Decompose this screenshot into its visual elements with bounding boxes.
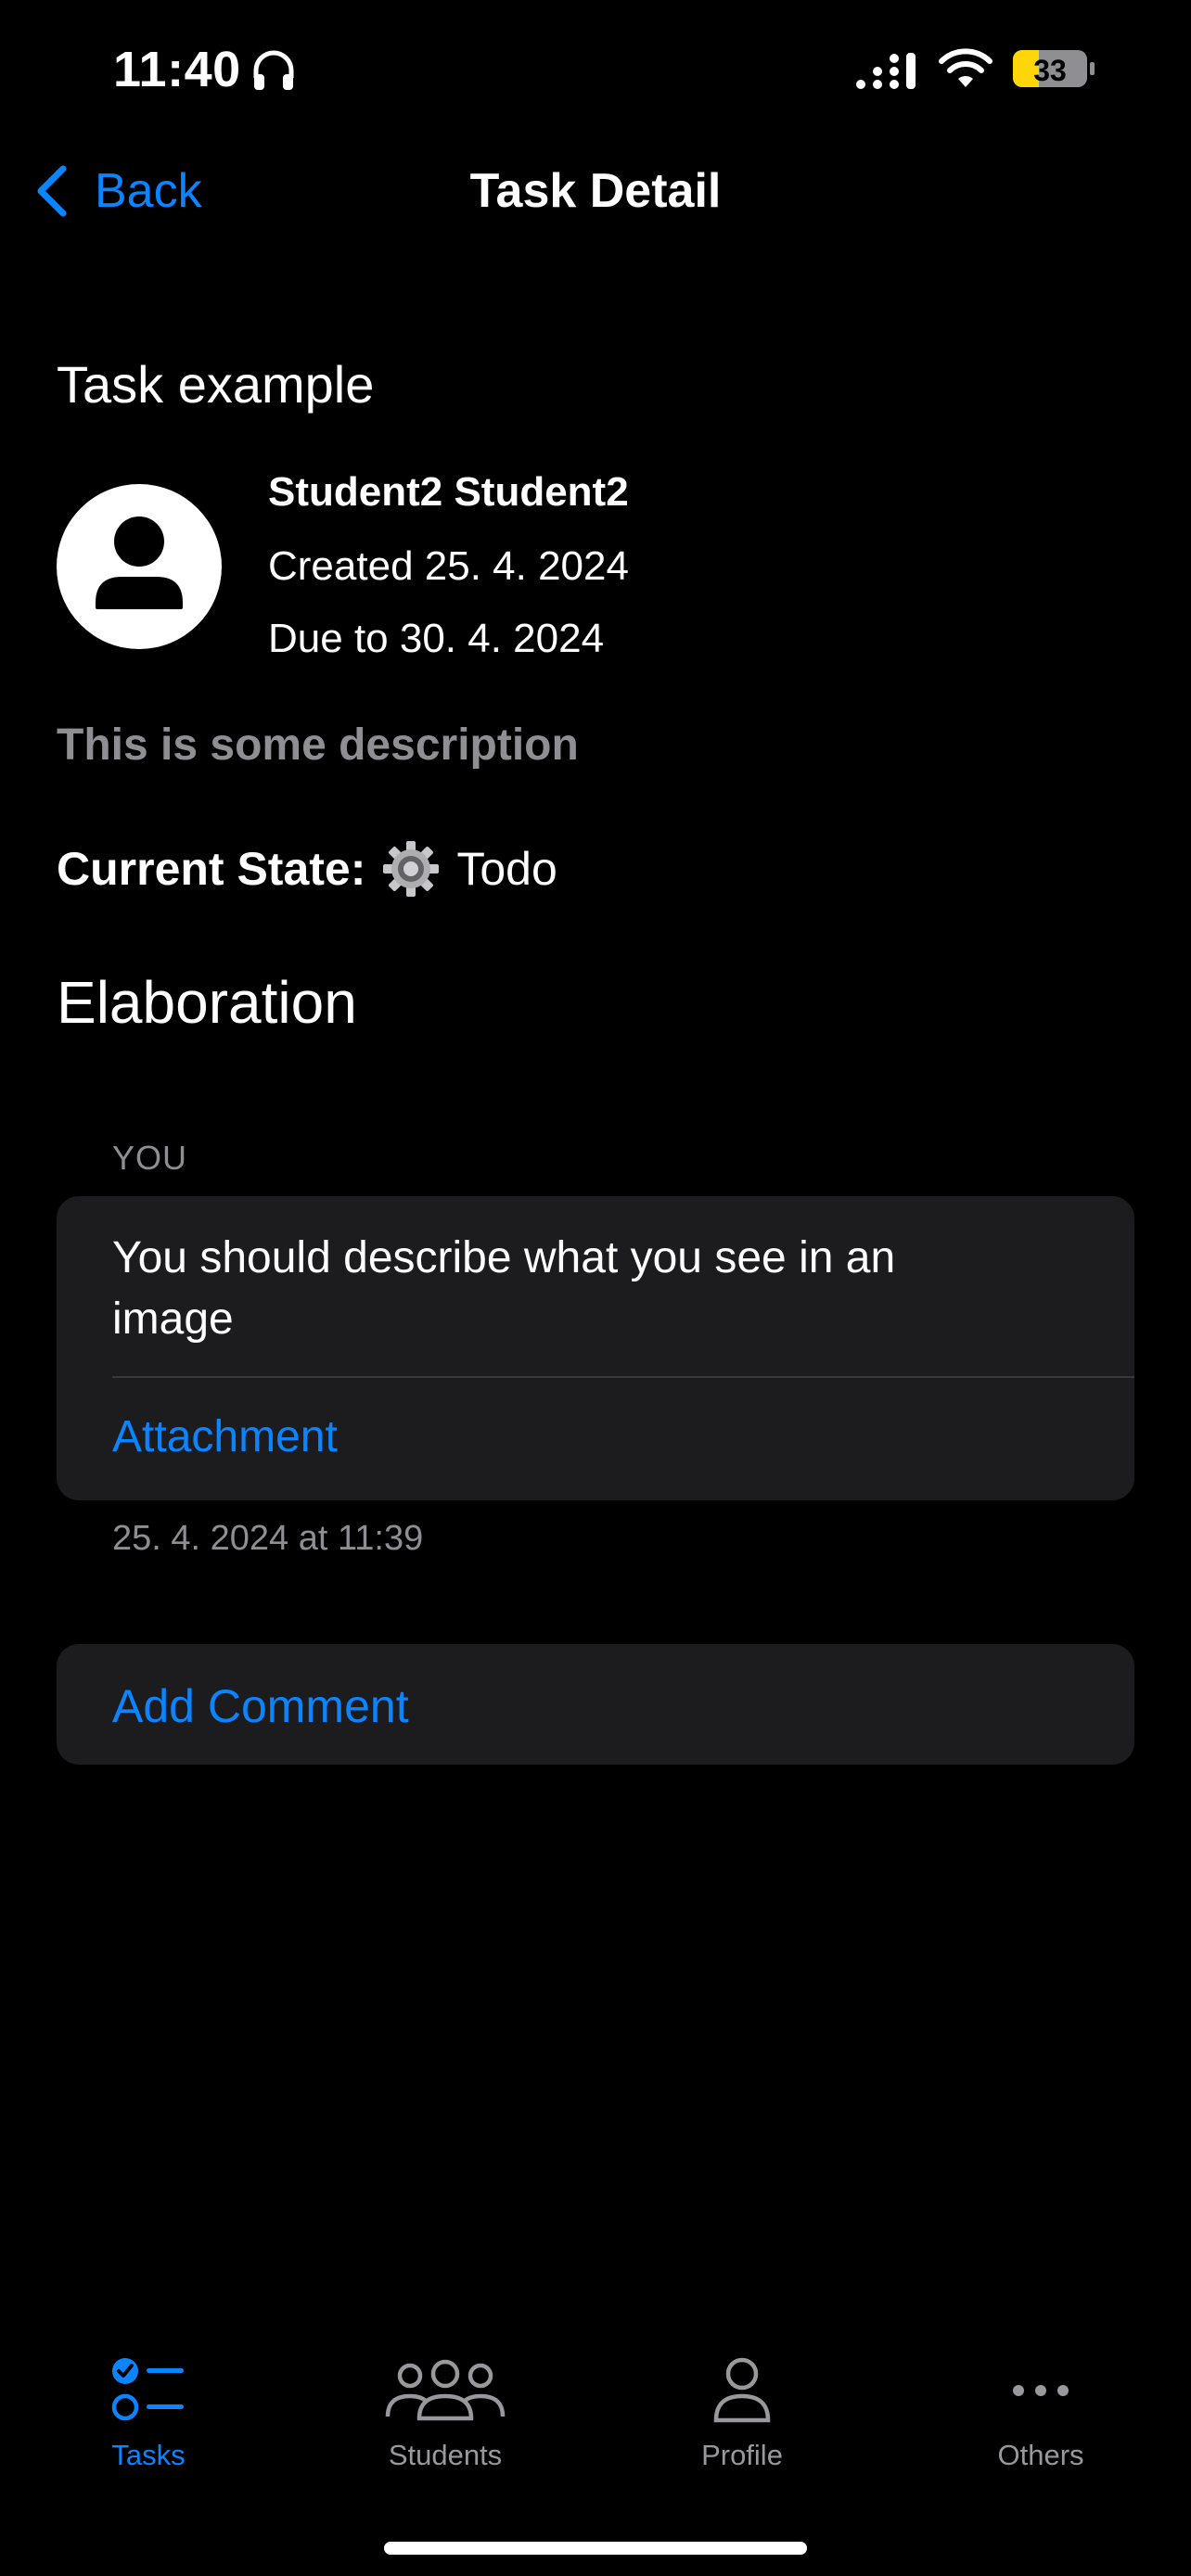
students-icon [385, 2359, 506, 2421]
task-title: Task example [57, 355, 375, 414]
person-icon [96, 516, 183, 609]
created-date: Created 25. 4. 2024 [268, 543, 629, 589]
tab-tasks[interactable]: Tasks [37, 2355, 260, 2485]
page-title: Task Detail [469, 164, 722, 218]
tasks-icon [111, 2358, 184, 2421]
headphones-icon [253, 50, 294, 90]
tab-label: Profile [701, 2439, 783, 2471]
battery-icon: 33 [1013, 48, 1096, 89]
tab-label: Tasks [111, 2439, 186, 2471]
avatar [57, 484, 222, 649]
tab-others[interactable]: Others [929, 2355, 1152, 2485]
current-state: Current State: Todo [57, 840, 557, 898]
comment-card: You should describe what you see in an i… [57, 1196, 1134, 1500]
profile-icon [713, 2357, 771, 2423]
add-comment-button[interactable]: Add Comment [57, 1644, 1134, 1765]
state-label: Current State: [57, 843, 366, 895]
elaboration-heading: Elaboration [57, 969, 357, 1036]
tab-profile[interactable]: Profile [631, 2355, 853, 2485]
tab-label: Students [388, 2439, 503, 2471]
divider [112, 1376, 1134, 1378]
due-date: Due to 30. 4. 2024 [268, 616, 605, 661]
signal-icon [856, 53, 916, 89]
comment-author: YOU [112, 1139, 188, 1177]
attachment-link[interactable]: Attachment [112, 1411, 338, 1462]
comment-timestamp: 25. 4. 2024 at 11:39 [112, 1519, 424, 1558]
comment-text: You should describe what you see in an i… [112, 1233, 896, 1344]
author-name: Student2 Student2 [268, 469, 629, 515]
state-value: Todo [456, 843, 557, 895]
add-comment-label: Add Comment [112, 1680, 409, 1732]
tab-label: Others [997, 2439, 1084, 2471]
home-indicator[interactable] [384, 2542, 807, 2555]
wifi-icon [939, 48, 992, 87]
status-time: 11:40 [113, 42, 241, 97]
tab-students[interactable]: Students [334, 2355, 557, 2485]
ellipsis-icon [1013, 2385, 1069, 2396]
gear-icon [383, 841, 440, 897]
task-description: This is some description [57, 721, 579, 770]
battery-level: 33 [1033, 54, 1067, 87]
